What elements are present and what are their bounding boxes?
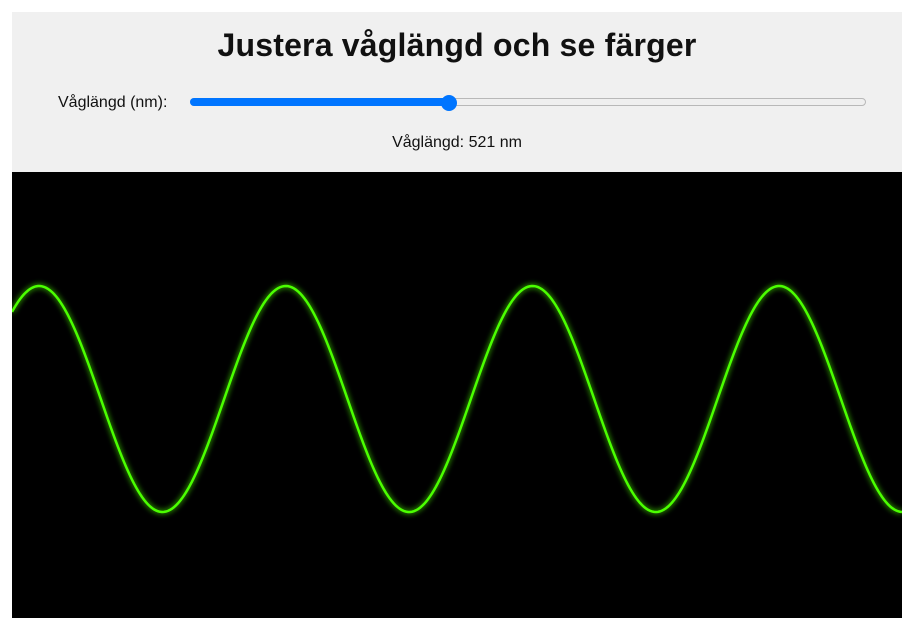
slider-thumb[interactable] <box>440 95 457 111</box>
app-container: Justera våglängd och se färger Våglängd … <box>12 12 902 618</box>
page-title: Justera våglängd och se färger <box>217 27 697 63</box>
wavelength-readout: Våglängd: 521 nm <box>392 134 522 151</box>
wave-canvas <box>12 172 902 618</box>
sine-wave <box>12 284 902 514</box>
wavelength-control: Våglängd (nm): <box>12 92 902 114</box>
wavelength-slider[interactable] <box>190 95 866 111</box>
wavelength-slider-label: Våglängd (nm): <box>58 94 168 111</box>
slider-fill <box>190 98 448 106</box>
